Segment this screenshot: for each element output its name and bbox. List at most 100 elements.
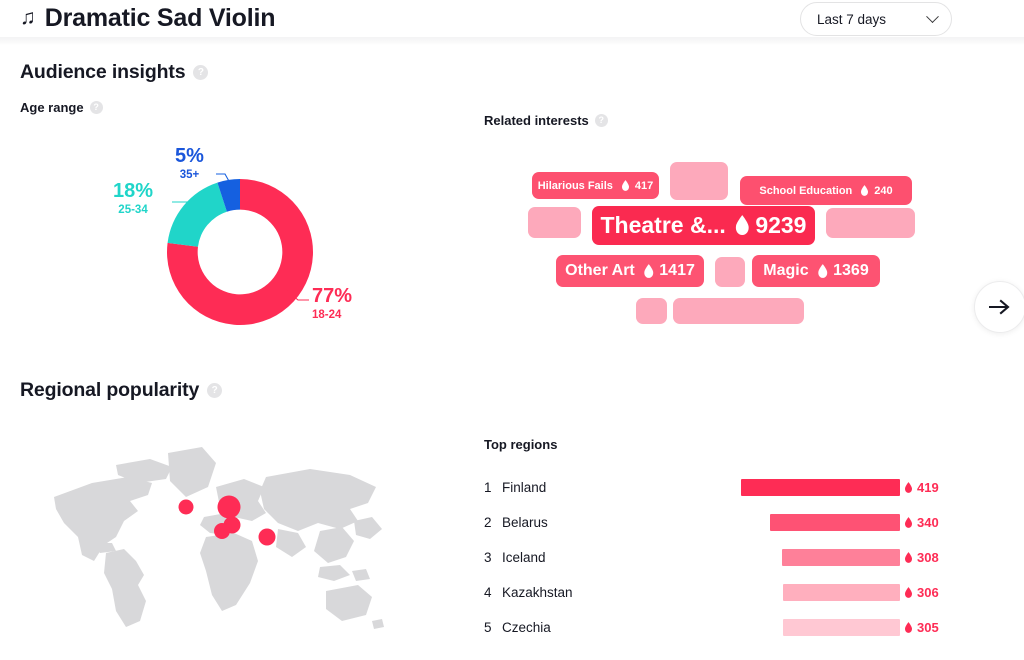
- chevron-down-icon: [926, 9, 939, 23]
- flame-icon: [817, 264, 827, 278]
- related-interests-heading: Related interests ?: [484, 113, 608, 128]
- donut-label-35plus: 5% 35+: [175, 145, 204, 182]
- region-name: Belarus: [502, 515, 548, 530]
- interest-chip-other-art[interactable]: Other Art 1417: [556, 255, 704, 287]
- donut-pct-25-34: 18%: [113, 180, 154, 202]
- map-dot-czechia[interactable]: [214, 523, 230, 539]
- donut-range-25-34: 25-34: [118, 204, 148, 216]
- help-icon[interactable]: ?: [207, 383, 223, 398]
- help-icon[interactable]: ?: [193, 65, 209, 80]
- map-dot-kazakhstan[interactable]: [258, 528, 276, 546]
- arrow-right-icon: [989, 299, 1010, 315]
- region-row[interactable]: 4 Kazakhstan 306: [484, 575, 954, 610]
- map-dot-finland[interactable]: [217, 495, 241, 519]
- region-rank: 4: [484, 585, 492, 600]
- region-rank: 2: [484, 515, 492, 530]
- region-rank: 3: [484, 550, 492, 565]
- interest-chip-theatre[interactable]: Theatre &... 9239: [592, 206, 815, 245]
- donut-svg: [166, 173, 313, 325]
- interest-chip-magic[interactable]: Magic 1369: [752, 255, 880, 287]
- analytics-page: ♫ Dramatic Sad Violin Last 7 days Audien…: [0, 0, 1024, 660]
- donut-slice-25-34[interactable]: [167, 182, 227, 247]
- world-map-svg: [54, 447, 384, 629]
- age-range-donut-chart: 5% 35+ 18% 25-34 77% 18-24: [20, 130, 460, 340]
- region-value: 306: [904, 585, 939, 600]
- interest-chip-name: School Education: [759, 184, 853, 197]
- flame-icon: [735, 215, 749, 236]
- region-value: 305: [904, 620, 939, 635]
- world-map: [20, 425, 420, 645]
- help-icon[interactable]: ?: [594, 114, 608, 127]
- donut-slices: [166, 179, 313, 325]
- flame-icon: [905, 622, 912, 633]
- region-rank: 1: [484, 480, 492, 495]
- donut-label-18-24: 77% 18-24: [312, 285, 353, 322]
- top-regions-title: Top regions: [484, 437, 558, 452]
- interest-chip-name: Hilarious Fails: [537, 179, 613, 192]
- date-range-dropdown[interactable]: Last 7 days: [800, 2, 952, 36]
- audience-insights-heading: Audience insights ?: [20, 61, 209, 84]
- flame-icon: [644, 264, 653, 278]
- next-page-button[interactable]: [974, 281, 1024, 333]
- interest-chip-placeholder: [528, 207, 581, 238]
- related-interests-cloud: Hilarious Fails 417 School Education 240 The…: [484, 150, 954, 330]
- donut-range-18-24: 18-24: [312, 309, 342, 321]
- region-row[interactable]: 5 Czechia 305: [484, 610, 954, 645]
- donut-label-25-34: 18% 25-34: [113, 180, 154, 217]
- region-value: 340: [904, 515, 939, 530]
- region-name: Iceland: [502, 550, 546, 565]
- map-dot-iceland[interactable]: [178, 499, 194, 515]
- interest-chip-value: 9239: [734, 212, 806, 239]
- interest-chip-name: Theatre &...: [600, 212, 726, 238]
- flame-icon: [905, 587, 912, 598]
- region-value: 308: [904, 550, 939, 565]
- regional-popularity-title: Regional popularity: [20, 379, 200, 401]
- interest-chip-placeholder: [673, 298, 804, 324]
- audience-insights-title: Audience insights: [20, 61, 186, 83]
- region-value: 419: [904, 480, 939, 495]
- title-group: ♫ Dramatic Sad Violin: [0, 4, 275, 33]
- help-icon[interactable]: ?: [89, 101, 103, 114]
- interest-chip-value: 240: [860, 185, 893, 197]
- top-regions-list: 1 Finland 419 2 Belarus 340 3 Iceland 308 4 Kazakh…: [484, 470, 954, 645]
- interest-chip-hilarious-fails[interactable]: Hilarious Fails 417: [532, 172, 659, 199]
- interest-chip-name: Other Art: [565, 262, 635, 279]
- region-name: Kazakhstan: [502, 585, 573, 600]
- region-bar: [783, 619, 900, 636]
- region-name: Finland: [502, 480, 547, 495]
- interest-chip-name: Magic: [763, 262, 809, 279]
- flame-icon: [621, 180, 629, 191]
- interest-chip-school-education[interactable]: School Education 240: [740, 176, 912, 205]
- region-name: Czechia: [502, 620, 551, 635]
- interest-chip-placeholder: [826, 208, 915, 238]
- region-row[interactable]: 1 Finland 419: [484, 470, 954, 505]
- donut-pct-18-24: 77%: [312, 285, 353, 307]
- header-divider: [0, 37, 1024, 45]
- interest-chip-placeholder: [670, 162, 728, 200]
- flame-icon: [861, 185, 869, 196]
- interest-chip-placeholder: [715, 257, 745, 287]
- top-regions-heading: Top regions: [484, 436, 557, 454]
- flame-icon: [905, 552, 912, 563]
- donut-pct-35plus: 5%: [175, 145, 204, 167]
- page-title: Dramatic Sad Violin: [44, 4, 276, 32]
- music-note-icon: ♫: [20, 6, 36, 29]
- region-bar: [782, 549, 900, 566]
- region-rank: 5: [484, 620, 492, 635]
- flame-icon: [905, 517, 912, 528]
- interest-chip-value: 1417: [643, 262, 695, 280]
- flame-icon: [905, 482, 912, 493]
- related-interests-title: Related interests: [484, 113, 589, 128]
- donut-range-35plus: 35+: [179, 169, 200, 181]
- region-row[interactable]: 3 Iceland 308: [484, 540, 954, 575]
- region-bar: [770, 514, 900, 531]
- interest-chip-value: 1369: [817, 262, 869, 280]
- date-range-label: Last 7 days: [817, 11, 887, 27]
- age-range-heading: Age range ?: [20, 100, 103, 115]
- region-bar: [741, 479, 900, 496]
- region-bar: [783, 584, 900, 601]
- age-range-title: Age range: [20, 100, 84, 115]
- region-row[interactable]: 2 Belarus 340: [484, 505, 954, 540]
- interest-chip-placeholder: [636, 298, 667, 324]
- interest-chip-value: 417: [621, 180, 653, 192]
